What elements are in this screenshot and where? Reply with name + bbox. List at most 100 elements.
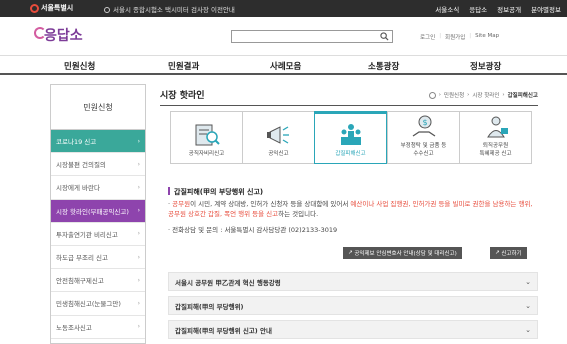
top-link-news[interactable]: 서울소식 xyxy=(435,4,459,14)
sidebar-item-subcontract[interactable]: 하도급 부조리 신고 › xyxy=(51,246,145,270)
sidebar-item-labor[interactable]: 노동조사신고 › xyxy=(51,316,145,339)
sidebar-item-hotline[interactable]: 시장 핫라인(부패공익신고) › xyxy=(51,199,145,223)
nav-item-result[interactable]: 민원결과 xyxy=(168,60,199,72)
sidebar-item-label: 시장에게 바란다 xyxy=(56,184,100,193)
tab-bribery[interactable]: $ 부정청탁 및 금품 등 수수신고 xyxy=(387,111,459,164)
login-link[interactable]: 로그인 xyxy=(420,33,435,41)
tab-retired-favor[interactable]: 퇴직공무원 특혜제공 신고 xyxy=(459,111,532,164)
top-bar: 서울특별시 서울시 종합시험소 택시미터 검사장 이전안내 서울소식 응답소 정… xyxy=(0,0,567,17)
breadcrumb-sep: › xyxy=(467,92,470,98)
desc-highlight: 공무원 xyxy=(172,200,191,208)
accordion-label: 갑질피해(甲의 부당행위) xyxy=(175,302,244,311)
chevron-right-icon: › xyxy=(137,253,140,261)
section-title-text: 갑질피해(甲의 부당행위 신고) xyxy=(174,188,264,196)
button-label: 신고하기 xyxy=(501,251,522,257)
home-icon[interactable] xyxy=(428,91,436,99)
brand-swirl-icon xyxy=(34,27,46,39)
breadcrumb: › 민원신청 › 시장 핫라인 › 갑질피해신고 xyxy=(428,91,538,99)
seoul-logo-text: 서울특별시 xyxy=(41,4,74,12)
sidebar: 민원신청 코로나19 신고 › 시장불편 건의질의 › 시장에게 바란다 › 시장 핫… xyxy=(50,84,146,344)
tab-label: 퇴직공무원 특혜제공 신고 xyxy=(479,143,512,157)
seoul-logo[interactable]: 서울특별시 xyxy=(30,3,73,13)
desc-text: 하는 것입니다. xyxy=(278,210,319,219)
megaphone-icon xyxy=(266,125,289,144)
sidebar-item-investment[interactable]: 투자출연기관 비리신고 › xyxy=(51,223,145,246)
nav-item-info[interactable]: 정보광장 xyxy=(470,60,501,72)
title-bar xyxy=(168,187,170,195)
tab-label: 공익신고 xyxy=(268,150,289,157)
sidebar-item-covid[interactable]: 코로나19 신고 › xyxy=(51,130,145,154)
chevron-right-icon: › xyxy=(137,137,140,145)
sidebar-item-label: 노동조사신고 xyxy=(56,323,92,332)
brand-logo[interactable]: 응답소 xyxy=(34,25,83,45)
notice-ticker[interactable]: 서울시 종합시험소 택시미터 검사장 이전안내 xyxy=(104,4,235,14)
sidebar-item-label: 시장불편 건의질의 xyxy=(56,161,106,170)
description: · 공무원이 시민, 계약 상대방, 인허가 신청자 등을 상대함에 있어서 예… xyxy=(168,200,533,219)
chevron-right-icon: › xyxy=(137,160,140,168)
sidebar-item-safety[interactable]: 안전침해구제신고 › xyxy=(51,269,145,293)
sidebar-item-inconvenience[interactable]: 시장불편 건의질의 › xyxy=(51,153,145,177)
top-link-field[interactable]: 분야별정보 xyxy=(531,4,561,14)
tab-label: 갑질피해신고 xyxy=(335,150,366,157)
top-link-eungdapso[interactable]: 응답소 xyxy=(469,4,487,14)
divider: | xyxy=(439,33,442,39)
sidebar-item-label: 안전침해구제신고 xyxy=(56,277,104,286)
main-nav: 민원신청 민원결과 사례모음 소통광장 정보광장 xyxy=(0,55,567,75)
signup-link[interactable]: 회원가입 xyxy=(445,33,465,41)
report-button[interactable]: ↗ 신고하기 xyxy=(490,247,527,259)
sidebar-item-mayor[interactable]: 시장에게 바란다 › xyxy=(51,176,145,200)
accordion-label: 갑질피해(甲의 부당행위 신고) 안내 xyxy=(175,326,272,335)
sitemap-link[interactable]: Site Map xyxy=(475,33,499,41)
document-search-icon xyxy=(195,124,220,146)
group-podium-icon xyxy=(340,123,361,145)
notice-text: 서울시 종합시험소 택시미터 검사장 이전안내 xyxy=(113,6,235,14)
tab-public-interest[interactable]: 공익신고 xyxy=(242,111,314,164)
accordion-item[interactable]: 서울시 공무원 甲乙관계 혁신 행동강령 ⌄ xyxy=(168,272,538,291)
nav-item-apply[interactable]: 민원신청 xyxy=(64,60,95,72)
search-icon[interactable] xyxy=(380,32,389,41)
breadcrumb-item[interactable]: 시장 핫라인 xyxy=(472,91,499,99)
header-links: 로그인 | 회원가입 | Site Map xyxy=(420,33,499,41)
retired-official-icon xyxy=(486,116,508,138)
button-label: 공익제보 안심변호사 안내(상담 및 대리신고) xyxy=(354,251,457,257)
chevron-down-icon: ⌄ xyxy=(525,325,531,334)
breadcrumb-sep: › xyxy=(438,92,441,98)
top-link-info[interactable]: 정보공개 xyxy=(497,4,521,14)
chevron-right-icon: › xyxy=(137,299,140,307)
tab-official-corruption[interactable]: 공직자비리신고 xyxy=(170,111,242,164)
desc-text: 이 시민, 계약 상대방, 인허가 신청자 등을 상대함에 있어서 xyxy=(190,200,351,208)
section-title: 갑질피해(甲의 부당행위 신고) xyxy=(168,187,263,197)
nav-item-cases[interactable]: 사례모음 xyxy=(270,60,301,72)
chevron-right-icon: › xyxy=(137,323,140,331)
contact-info: · 전화상담 및 문의 : 서울특별시 감사담당관 (02)2133-3019 xyxy=(168,226,338,234)
notice-icon xyxy=(104,7,110,13)
chevron-down-icon: ⌄ xyxy=(525,277,531,286)
sidebar-item-label: 투자출연기관 비리신고 xyxy=(56,230,118,239)
chevron-right-icon: › xyxy=(137,230,140,238)
chevron-down-icon: ⌄ xyxy=(525,301,531,310)
tab-label: 부정청탁 및 금품 등 수수신고 xyxy=(400,143,447,157)
breadcrumb-sep: › xyxy=(502,92,505,98)
chevron-right-icon: › xyxy=(137,276,140,284)
chevron-right-icon: › xyxy=(137,183,140,191)
accordion-item[interactable]: 갑질피해(甲의 부당행위 신고) 안내 ⌄ xyxy=(168,320,538,339)
search-input[interactable] xyxy=(232,31,372,42)
tab-label: 공직자비리신고 xyxy=(188,150,225,157)
sidebar-item-label: 코로나19 신고 xyxy=(56,138,97,147)
search-box xyxy=(231,30,393,43)
sidebar-item-label: 시장 핫라인(부패공익신고) xyxy=(56,207,129,216)
money-hand-icon: $ xyxy=(412,115,435,137)
header: 응답소 로그인 | 회원가입 | Site Map xyxy=(0,17,567,55)
breadcrumb-item[interactable]: 민원신청 xyxy=(444,91,464,99)
page-title: 시장 핫라인 xyxy=(160,91,205,101)
title-divider xyxy=(160,105,538,106)
whistleblower-lawyer-button[interactable]: ↗ 공익제보 안심변호사 안내(상담 및 대리신고) xyxy=(343,247,462,259)
sidebar-item-livelihood[interactable]: 민생침해신고(눈물그만) › xyxy=(51,292,145,316)
divider: | xyxy=(469,33,472,39)
accordion-item[interactable]: 갑질피해(甲의 부당행위) ⌄ xyxy=(168,296,538,315)
sidebar-title: 민원신청 xyxy=(51,85,145,130)
breadcrumb-current: 갑질피해신고 xyxy=(507,93,538,99)
nav-item-community[interactable]: 소통광장 xyxy=(368,60,399,72)
brand-text: 응답소 xyxy=(44,28,83,44)
tab-gapjil[interactable]: 갑질피해신고 xyxy=(314,111,387,164)
